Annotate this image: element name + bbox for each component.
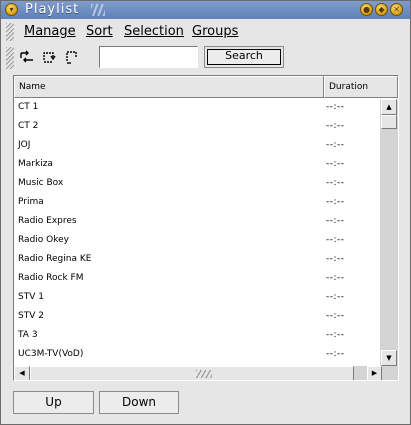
scroll-grip — [196, 370, 212, 378]
menu-bar: Manage Sort Selection Groups — [1, 20, 410, 44]
menu-sort[interactable]: Sort — [86, 24, 113, 39]
list-item[interactable]: Radio Regina KE --:-- — [14, 250, 380, 269]
list-item[interactable]: STV 1 --:-- — [14, 288, 380, 307]
menu-manage[interactable]: Manage — [24, 24, 76, 39]
item-name: Radio Expres — [18, 216, 77, 226]
item-name: JOJ — [18, 140, 31, 150]
playlist-list[interactable]: Name Duration CT 1 --:-- CT 2 --:-- JOJ --:--… — [13, 75, 399, 381]
search-button[interactable]: Search — [204, 46, 284, 68]
window-menu-icon[interactable]: ▾ — [5, 3, 18, 16]
scroll-right-icon[interactable]: ▶ — [367, 366, 382, 380]
scroll-up-icon[interactable]: ▲ — [381, 99, 397, 115]
list-item[interactable]: CT 1 --:-- — [14, 98, 380, 117]
item-duration: --:-- — [326, 178, 345, 188]
shuffle-icon[interactable] — [19, 49, 35, 65]
item-duration: --:-- — [326, 311, 345, 321]
window-title: Playlist — [25, 2, 80, 17]
item-name: Markiza — [18, 159, 53, 169]
list-item[interactable]: UC3M-TV(VoD) --:-- — [14, 345, 380, 364]
close-icon[interactable]: ✕ — [390, 3, 403, 16]
item-duration: --:-- — [326, 102, 345, 112]
item-name: Music Box — [18, 178, 64, 188]
list-item[interactable]: TA 3 --:-- — [14, 326, 380, 345]
maximize-icon[interactable]: ◆ — [375, 3, 388, 16]
shade-icon[interactable]: ● — [360, 3, 373, 16]
item-name: CT 2 — [18, 121, 39, 131]
item-duration: --:-- — [326, 140, 345, 150]
item-duration: --:-- — [326, 121, 345, 131]
item-name: Radio Regina KE — [18, 254, 92, 264]
item-name: CT 1 — [18, 102, 39, 112]
horizontal-scroll-thumb[interactable] — [30, 366, 354, 380]
item-duration: --:-- — [326, 159, 345, 169]
toolbar-grip[interactable] — [6, 47, 14, 69]
item-duration: --:-- — [326, 254, 345, 264]
up-button[interactable]: Up — [13, 391, 94, 414]
scroll-down-icon[interactable]: ▼ — [381, 350, 397, 366]
list-item[interactable]: Markiza --:-- — [14, 155, 380, 174]
item-duration: --:-- — [326, 349, 345, 359]
list-item[interactable]: STV 2 --:-- — [14, 307, 380, 326]
item-duration: --:-- — [326, 235, 345, 245]
item-name: Prima — [18, 197, 44, 207]
item-duration: --:-- — [326, 292, 345, 302]
list-item[interactable]: Radio Okey --:-- — [14, 231, 380, 250]
menu-selection[interactable]: Selection — [124, 24, 184, 39]
list-header: Name Duration — [14, 76, 398, 98]
column-header-duration[interactable]: Duration — [324, 76, 398, 98]
column-header-name[interactable]: Name — [14, 76, 324, 98]
horizontal-scrollbar[interactable]: ◀ ▶ — [14, 366, 398, 380]
item-name: TA 3 — [18, 330, 38, 340]
list-item[interactable]: Radio Expres --:-- — [14, 212, 380, 231]
title-decoration — [91, 4, 105, 16]
list-item[interactable]: Music Box --:-- — [14, 174, 380, 193]
scroll-left-icon[interactable]: ◀ — [14, 366, 30, 380]
item-duration: --:-- — [326, 197, 345, 207]
title-bar[interactable]: ▾ Playlist ● ◆ ✕ — [1, 1, 410, 19]
list-item[interactable]: JOJ --:-- — [14, 136, 380, 155]
vertical-scroll-thumb[interactable] — [381, 115, 397, 129]
item-name: Radio Rock FM — [18, 273, 84, 283]
list-item[interactable]: Prima --:-- — [14, 193, 380, 212]
search-input[interactable] — [99, 46, 198, 68]
item-duration: --:-- — [326, 216, 345, 226]
menu-groups[interactable]: Groups — [192, 24, 238, 39]
list-item[interactable]: Radio Rock FM --:-- — [14, 269, 380, 288]
playlist-window: ▾ Playlist ● ◆ ✕ Manage Sort Selection G… — [0, 0, 411, 425]
menubar-grip[interactable] — [6, 23, 14, 41]
loop-icon[interactable] — [41, 49, 57, 65]
item-name: STV 2 — [18, 311, 44, 321]
list-item[interactable]: CT 2 --:-- — [14, 117, 380, 136]
vertical-scrollbar[interactable]: ▲ ▼ — [380, 99, 398, 366]
item-duration: --:-- — [326, 330, 345, 340]
down-button[interactable]: Down — [99, 391, 179, 414]
item-name: UC3M-TV(VoD) — [18, 349, 84, 359]
item-name: STV 1 — [18, 292, 44, 302]
repeat-one-icon[interactable] — [63, 49, 79, 65]
item-duration: --:-- — [326, 273, 345, 283]
item-name: Radio Okey — [18, 235, 69, 245]
